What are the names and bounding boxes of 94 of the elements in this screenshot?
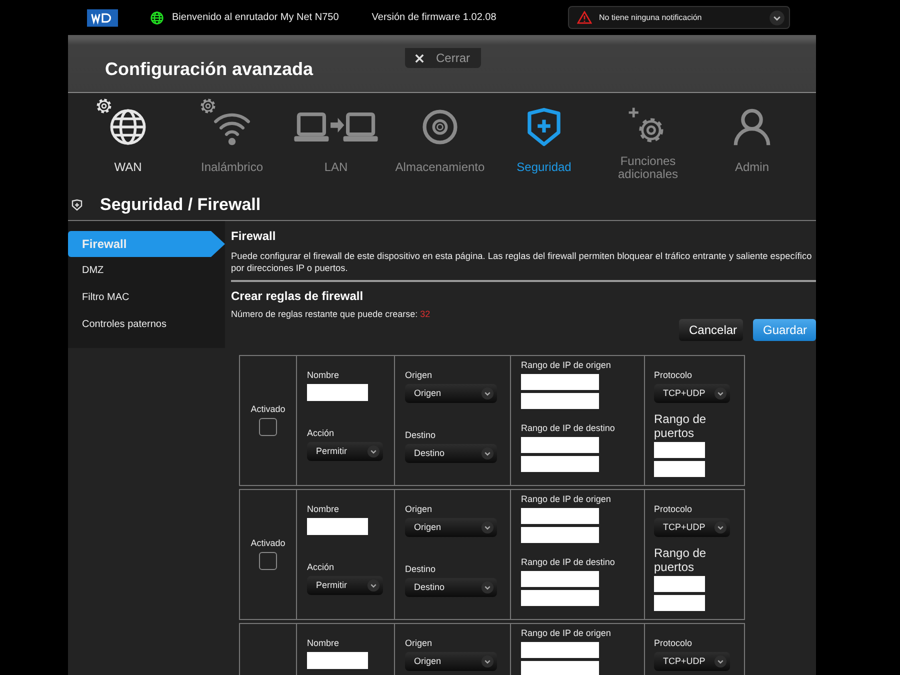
logo-icon	[87, 8, 118, 26]
content-title: Firewall	[231, 229, 277, 243]
gear-icon	[95, 97, 113, 115]
dropdown[interactable]: Permitir	[307, 576, 383, 595]
remaining-label: Número de reglas restante que puede crearse:	[231, 308, 418, 319]
notification-bar[interactable]: No tiene ninguna notificación	[568, 6, 790, 29]
nav-tab[interactable]: Admin	[700, 93, 804, 190]
user-icon	[732, 107, 772, 147]
dropdown[interactable]: TCP+UDP	[654, 518, 730, 537]
caret-icon	[714, 386, 727, 400]
field-label: Rango de IP de origen	[521, 360, 612, 370]
nav-tab[interactable]: Funciones adicionales	[596, 93, 700, 190]
field-label: Protocolo	[654, 638, 694, 648]
input-field[interactable]	[654, 460, 705, 477]
nav-tab[interactable]: LAN	[284, 93, 388, 190]
field-label: Rango de IP de destino	[521, 556, 616, 567]
sidebar-item[interactable]: Controles paternos	[68, 311, 214, 338]
dropdown[interactable]: Origen	[405, 384, 497, 403]
input-field[interactable]	[307, 652, 368, 669]
field-label: Rango de puertos	[654, 412, 708, 440]
input-field[interactable]	[521, 456, 599, 472]
field-label: Destino	[405, 564, 437, 574]
page-title: Configuración avanzada	[105, 59, 314, 80]
description-text: Puede configurar el firewall de este dispositivo en esta página. Las reglas del firewall permiten bloquear el tráfico entrante y saliente específico por direcciones IP o puertos.	[231, 250, 816, 282]
warning-icon	[577, 11, 592, 24]
input-field[interactable]	[521, 590, 599, 606]
dropdown[interactable]: Origen	[405, 652, 497, 671]
input-field[interactable]	[654, 576, 705, 592]
shield-icon	[71, 199, 83, 211]
input-field[interactable]	[521, 570, 599, 587]
input-field[interactable]	[521, 436, 599, 453]
field-label: Acción	[307, 562, 336, 572]
dropdown[interactable]: Destino	[405, 444, 497, 463]
dropdown[interactable]: Destino	[405, 578, 497, 597]
input-field[interactable]	[521, 642, 599, 658]
globe-icon	[150, 10, 164, 24]
nav-tab[interactable]: Almacenamiento	[388, 93, 492, 190]
input-field[interactable]	[521, 392, 599, 409]
caret-icon	[367, 444, 380, 458]
caret-icon	[481, 446, 494, 460]
field-label: Rango de IP de origen	[521, 494, 612, 504]
input-field[interactable]	[521, 660, 599, 675]
field-label: Rango de IP de origen	[521, 628, 612, 638]
welcome-text: Bienvenido al enrutador My Net N750	[172, 12, 339, 23]
field-label: Origen	[405, 370, 434, 380]
input-field[interactable]	[307, 518, 368, 535]
caret-icon	[481, 520, 494, 534]
input-field[interactable]	[654, 594, 705, 611]
input-field[interactable]	[521, 526, 599, 543]
caret-icon	[714, 654, 727, 668]
field-label: Nombre	[307, 638, 340, 648]
close-icon	[415, 54, 424, 62]
nav-tab[interactable]: Inalámbrico	[180, 93, 284, 190]
nav-tab[interactable]: WAN	[76, 93, 180, 190]
nav-tab[interactable]: Seguridad	[492, 93, 596, 190]
dropdown[interactable]: Permitir	[307, 442, 383, 461]
caret-icon	[481, 386, 494, 400]
field-label: Activado	[250, 404, 286, 414]
dropdown[interactable]: TCP+UDP	[654, 652, 730, 671]
field-label: Rango de IP de destino	[521, 422, 616, 433]
checkbox[interactable]	[259, 552, 277, 570]
input-field[interactable]	[521, 508, 599, 524]
field-label: Protocolo	[654, 370, 694, 380]
input-field[interactable]	[654, 442, 705, 458]
checkbox[interactable]	[259, 418, 277, 436]
sidebar-item[interactable]: Filtro MAC	[68, 284, 214, 311]
cancel-button[interactable]: Cancelar	[679, 318, 743, 341]
caret-icon	[769, 10, 785, 26]
caret-icon	[481, 654, 494, 668]
caret-icon	[481, 580, 494, 594]
field-label: Origen	[405, 638, 434, 648]
field-label: Protocolo	[654, 504, 694, 514]
input-field[interactable]	[521, 374, 599, 390]
remaining-count: 32	[420, 308, 430, 319]
field-label: Nombre	[307, 504, 340, 514]
caret-icon	[714, 520, 727, 534]
field-label: Nombre	[307, 370, 340, 380]
close-button[interactable]: Cerrar	[405, 48, 481, 68]
input-field[interactable]	[307, 384, 368, 401]
rules-title: Crear reglas de firewall	[231, 288, 364, 303]
dropdown[interactable]: TCP+UDP	[654, 384, 730, 403]
sidebar-item[interactable]: DMZ	[68, 257, 214, 284]
gear-icon	[199, 97, 217, 115]
dropdown[interactable]: Origen	[405, 518, 497, 537]
firmware-version: Versión de firmware 1.02.08	[372, 12, 496, 23]
disc-icon	[420, 107, 460, 147]
field-label: Destino	[405, 430, 437, 440]
section-title: Seguridad / Firewall	[100, 195, 261, 215]
field-label: Activado	[250, 538, 286, 548]
globe-icon	[108, 107, 148, 147]
field-label: Origen	[405, 504, 434, 514]
field-label: Acción	[307, 428, 336, 438]
caret-icon	[367, 578, 380, 592]
field-label: Rango de puertos	[654, 546, 708, 574]
